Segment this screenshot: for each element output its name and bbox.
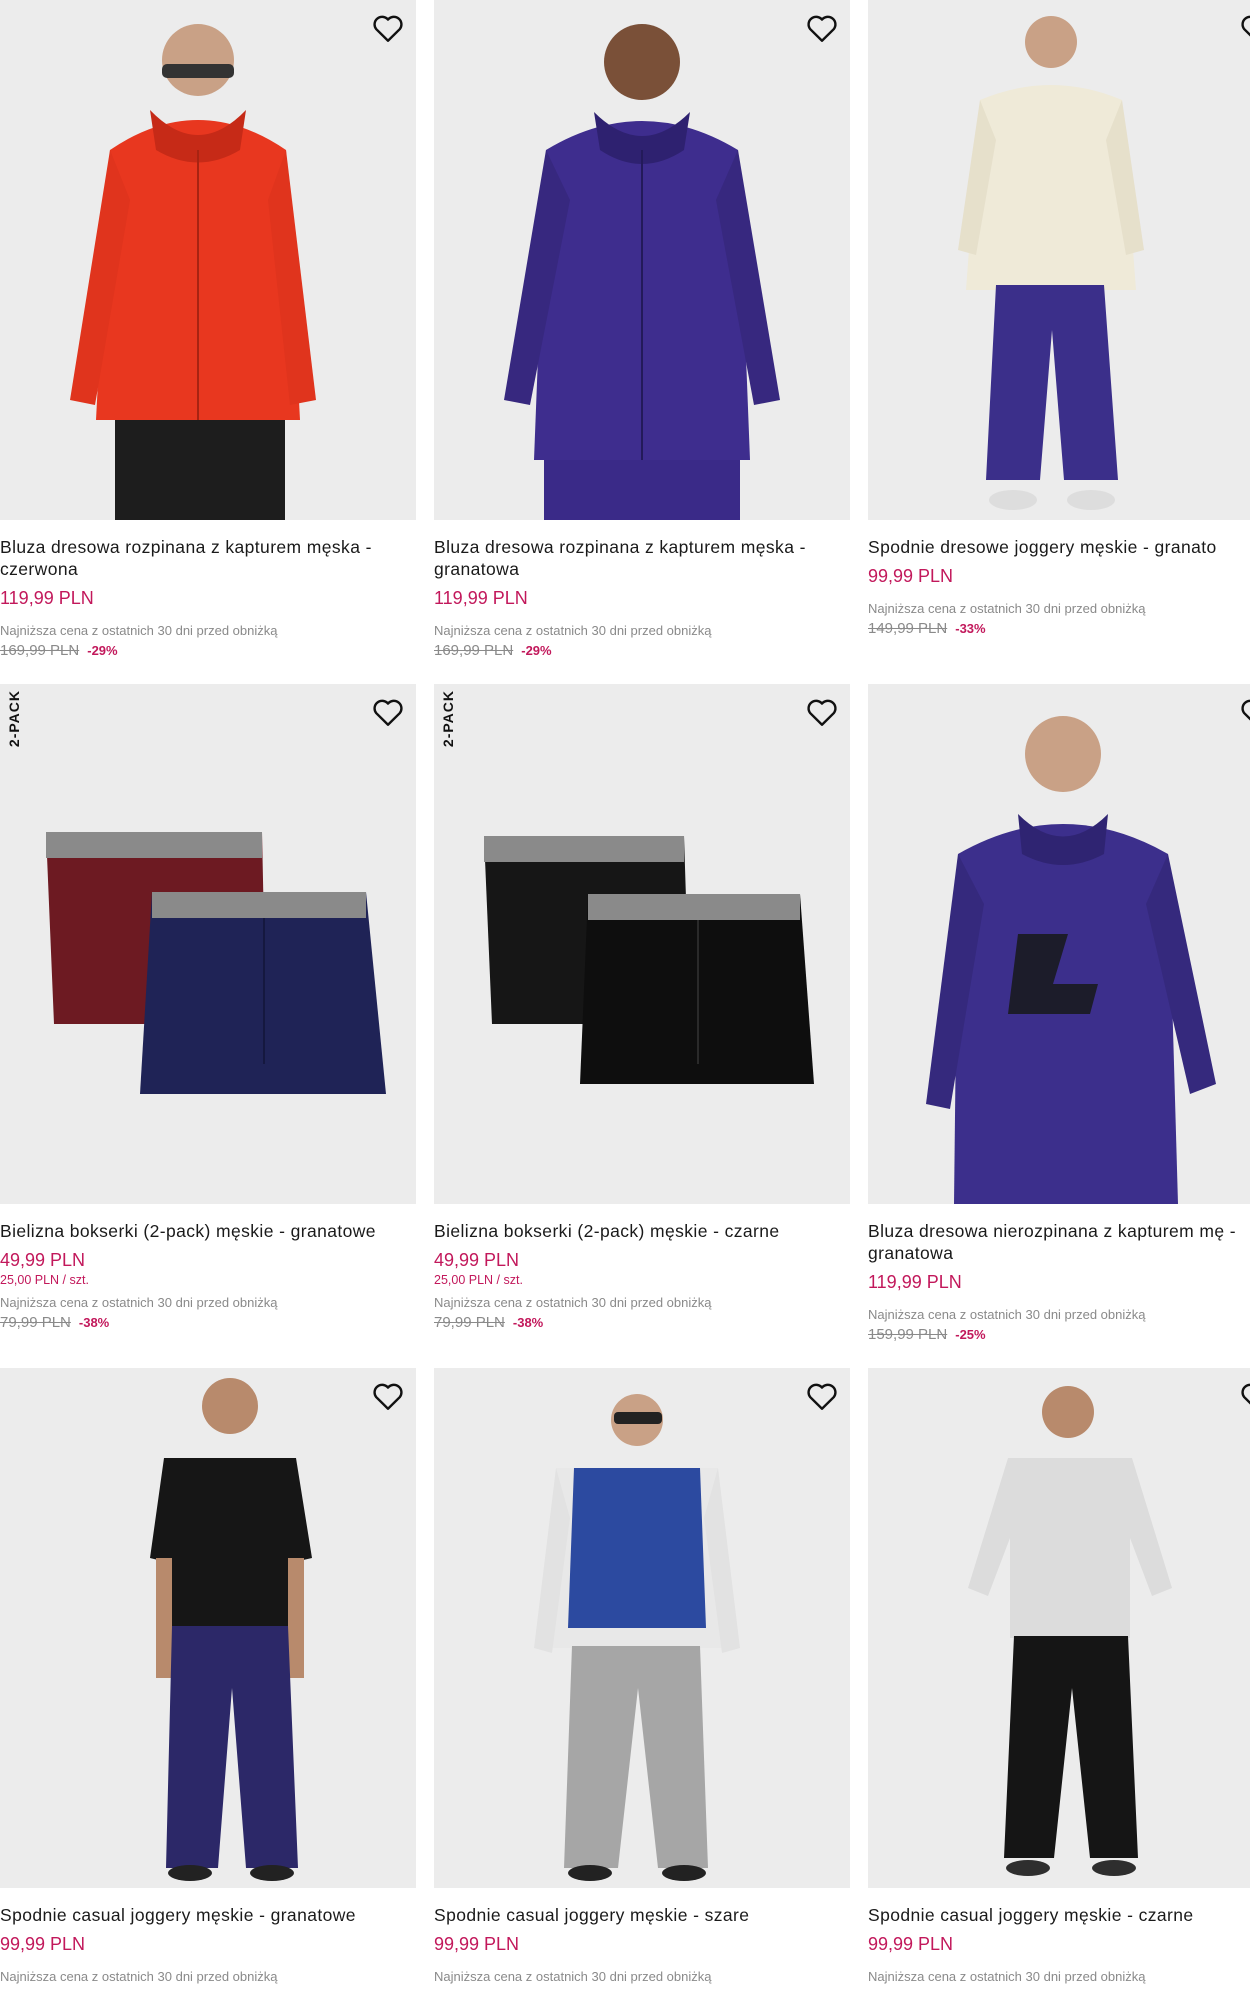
product-image[interactable] xyxy=(434,0,850,520)
product-name[interactable]: Spodnie casual joggery męskie - granatow… xyxy=(0,1904,416,1926)
product-card[interactable]: Bluza dresowa nierozpinana z kapturem mę… xyxy=(868,684,1250,1343)
product-price: 99,99 PLN xyxy=(0,1934,86,1954)
lowest-price-note: Najniższa cena z ostatnich 30 dni przed … xyxy=(434,1969,712,1984)
old-price-row: 79,99 PLN -38% xyxy=(434,1314,850,1331)
product-price: 99,99 PLN xyxy=(868,566,954,586)
product-card[interactable]: Bluza dresowa rozpinana z kapturem męska… xyxy=(0,0,416,659)
product-photo xyxy=(70,24,316,520)
product-card[interactable]: Spodnie casual joggery męskie - czarne 9… xyxy=(868,1368,1250,1984)
discount-badge: -29% xyxy=(87,643,118,658)
product-price: 99,99 PLN xyxy=(868,1934,954,1954)
product-photo xyxy=(968,1386,1172,1876)
product-image[interactable] xyxy=(868,684,1250,1204)
heart-outline-icon[interactable] xyxy=(370,10,406,46)
old-price-row: 149,99 PLN -33% xyxy=(868,620,1250,637)
lowest-price-note: Najniższa cena z ostatnich 30 dni przed … xyxy=(868,601,1146,616)
lowest-price-note: Najniższa cena z ostatnich 30 dni przed … xyxy=(868,1969,1146,1984)
old-price-row: 169,99 PLN -29% xyxy=(0,642,416,659)
product-image[interactable] xyxy=(434,1368,850,1888)
pack-badge: 2-PACK xyxy=(6,690,22,748)
product-card[interactable]: Bluza dresowa rozpinana z kapturem męska… xyxy=(434,0,850,659)
discount-badge: -33% xyxy=(955,621,986,636)
old-price: 79,99 PLN xyxy=(434,1314,505,1331)
product-photo xyxy=(534,1394,740,1881)
product-photo xyxy=(958,16,1144,510)
lowest-price-note: Najniższa cena z ostatnich 30 dni przed … xyxy=(434,1295,712,1310)
discount-badge: -29% xyxy=(521,643,552,658)
heart-outline-icon[interactable] xyxy=(1238,1378,1250,1414)
discount-badge: -25% xyxy=(955,1327,986,1342)
product-card[interactable]: 2-PACK Bielizna bokserki (2-pack) męskie… xyxy=(434,684,850,1331)
product-image[interactable] xyxy=(0,1368,416,1888)
lowest-price-note: Najniższa cena z ostatnich 30 dni przed … xyxy=(0,623,278,638)
product-image[interactable] xyxy=(868,0,1250,520)
heart-outline-icon[interactable] xyxy=(370,1378,406,1414)
lowest-price-note: Najniższa cena z ostatnich 30 dni przed … xyxy=(868,1307,1146,1322)
product-photo xyxy=(484,836,814,1084)
unit-price: 25,00 PLN / szt. xyxy=(434,1273,523,1287)
heart-outline-icon[interactable] xyxy=(1238,694,1250,730)
heart-outline-icon[interactable] xyxy=(1238,10,1250,46)
product-image[interactable] xyxy=(0,0,416,520)
product-name[interactable]: Bielizna bokserki (2-pack) męskie - czar… xyxy=(434,1220,850,1242)
discount-badge: -38% xyxy=(512,1315,544,1330)
old-price: 149,99 PLN xyxy=(868,620,948,637)
old-price: 169,99 PLN xyxy=(0,642,80,659)
product-photo xyxy=(504,24,780,520)
product-name[interactable]: Bielizna bokserki (2-pack) męskie - gran… xyxy=(0,1220,416,1242)
product-name[interactable]: Bluza dresowa nierozpinana z kapturem mę… xyxy=(868,1220,1250,1264)
heart-outline-icon[interactable] xyxy=(804,10,840,46)
unit-price: 25,00 PLN / szt. xyxy=(0,1273,89,1287)
product-name[interactable]: Spodnie casual joggery męskie - szare xyxy=(434,1904,850,1926)
product-image[interactable]: 2-PACK xyxy=(434,684,850,1204)
product-photo xyxy=(150,1378,312,1881)
old-price: 169,99 PLN xyxy=(434,642,514,659)
product-name[interactable]: Spodnie casual joggery męskie - czarne xyxy=(868,1904,1250,1926)
product-name[interactable]: Spodnie dresowe joggery męskie - granato xyxy=(868,536,1250,558)
old-price-row: 79,99 PLN -38% xyxy=(0,1314,416,1331)
product-price: 119,99 PLN xyxy=(868,1272,962,1292)
product-card[interactable]: Spodnie casual joggery męskie - szare 99… xyxy=(434,1368,850,1984)
product-price: 49,99 PLN xyxy=(434,1250,520,1270)
old-price: 159,99 PLN xyxy=(868,1326,948,1343)
product-image[interactable] xyxy=(868,1368,1250,1888)
product-price: 99,99 PLN xyxy=(434,1934,520,1954)
lowest-price-note: Najniższa cena z ostatnich 30 dni przed … xyxy=(434,623,712,638)
heart-outline-icon[interactable] xyxy=(804,1378,840,1414)
product-photo xyxy=(46,832,386,1094)
pack-badge: 2-PACK xyxy=(440,690,456,748)
old-price-row: 169,99 PLN -29% xyxy=(434,642,850,659)
product-image[interactable]: 2-PACK xyxy=(0,684,416,1204)
old-price-row: 159,99 PLN -25% xyxy=(868,1326,1250,1343)
product-name[interactable]: Bluza dresowa rozpinana z kapturem męska… xyxy=(434,536,850,580)
product-price: 49,99 PLN xyxy=(0,1250,86,1270)
old-price: 79,99 PLN xyxy=(0,1314,71,1331)
product-price: 119,99 PLN xyxy=(0,588,94,608)
heart-outline-icon[interactable] xyxy=(804,694,840,730)
product-card[interactable]: 2-PACK Bielizna bokserki (2-pack) męskie… xyxy=(0,684,416,1331)
lowest-price-note: Najniższa cena z ostatnich 30 dni przed … xyxy=(0,1295,278,1310)
product-photo xyxy=(926,716,1216,1204)
product-card[interactable]: Spodnie casual joggery męskie - granatow… xyxy=(0,1368,416,1984)
product-name[interactable]: Bluza dresowa rozpinana z kapturem męska… xyxy=(0,536,416,580)
lowest-price-note: Najniższa cena z ostatnich 30 dni przed … xyxy=(0,1969,278,1984)
heart-outline-icon[interactable] xyxy=(370,694,406,730)
product-price: 119,99 PLN xyxy=(434,588,528,608)
product-card[interactable]: Spodnie dresowe joggery męskie - granato… xyxy=(868,0,1250,637)
discount-badge: -38% xyxy=(78,1315,110,1330)
